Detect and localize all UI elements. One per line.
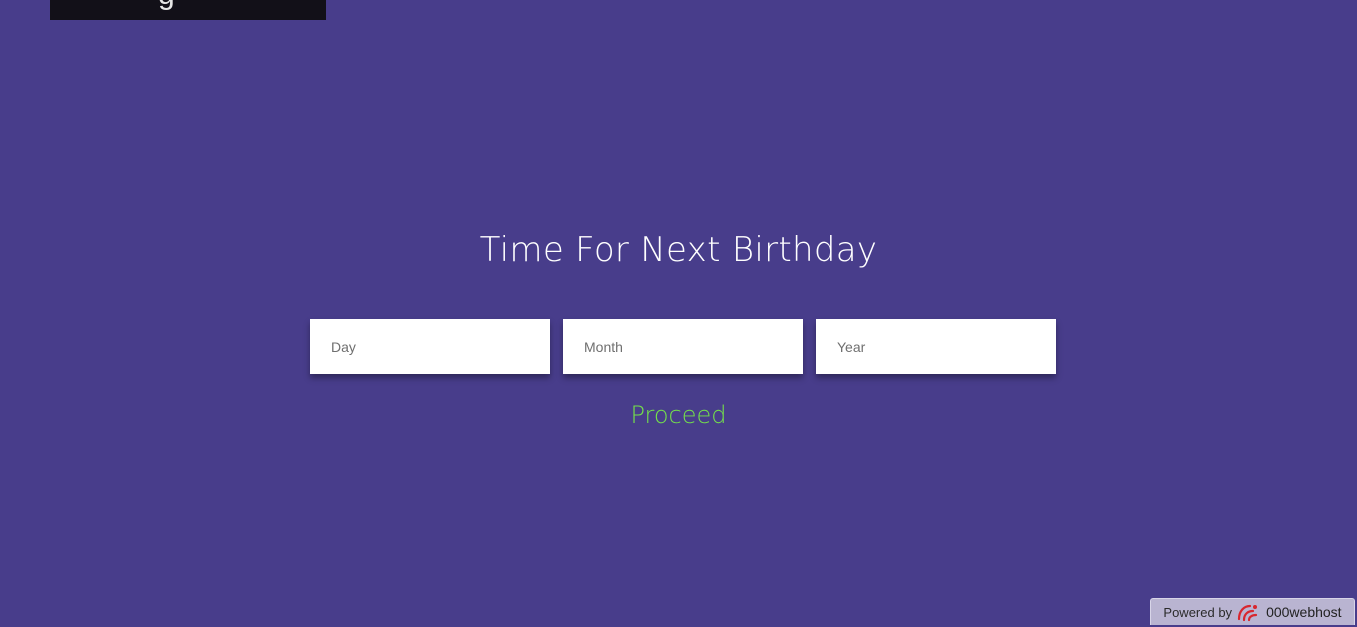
proceed-button[interactable]: Proceed bbox=[630, 398, 726, 432]
top-nav-block[interactable]: g bbox=[50, 0, 326, 20]
year-input[interactable] bbox=[816, 319, 1056, 374]
birthdate-input-row bbox=[310, 319, 1056, 374]
powered-by-label: Powered by bbox=[1163, 604, 1233, 620]
000webhost-logo-icon bbox=[1237, 602, 1261, 622]
proceed-container: Proceed bbox=[0, 398, 1357, 432]
month-input[interactable] bbox=[563, 319, 803, 374]
host-brand-name: 000webhost bbox=[1266, 604, 1342, 620]
powered-by-badge[interactable]: Powered by 000webhost bbox=[1150, 598, 1355, 625]
top-nav-partial-text: g bbox=[158, 0, 175, 10]
day-input[interactable] bbox=[310, 319, 550, 374]
page-title: Time For Next Birthday bbox=[479, 229, 878, 270]
